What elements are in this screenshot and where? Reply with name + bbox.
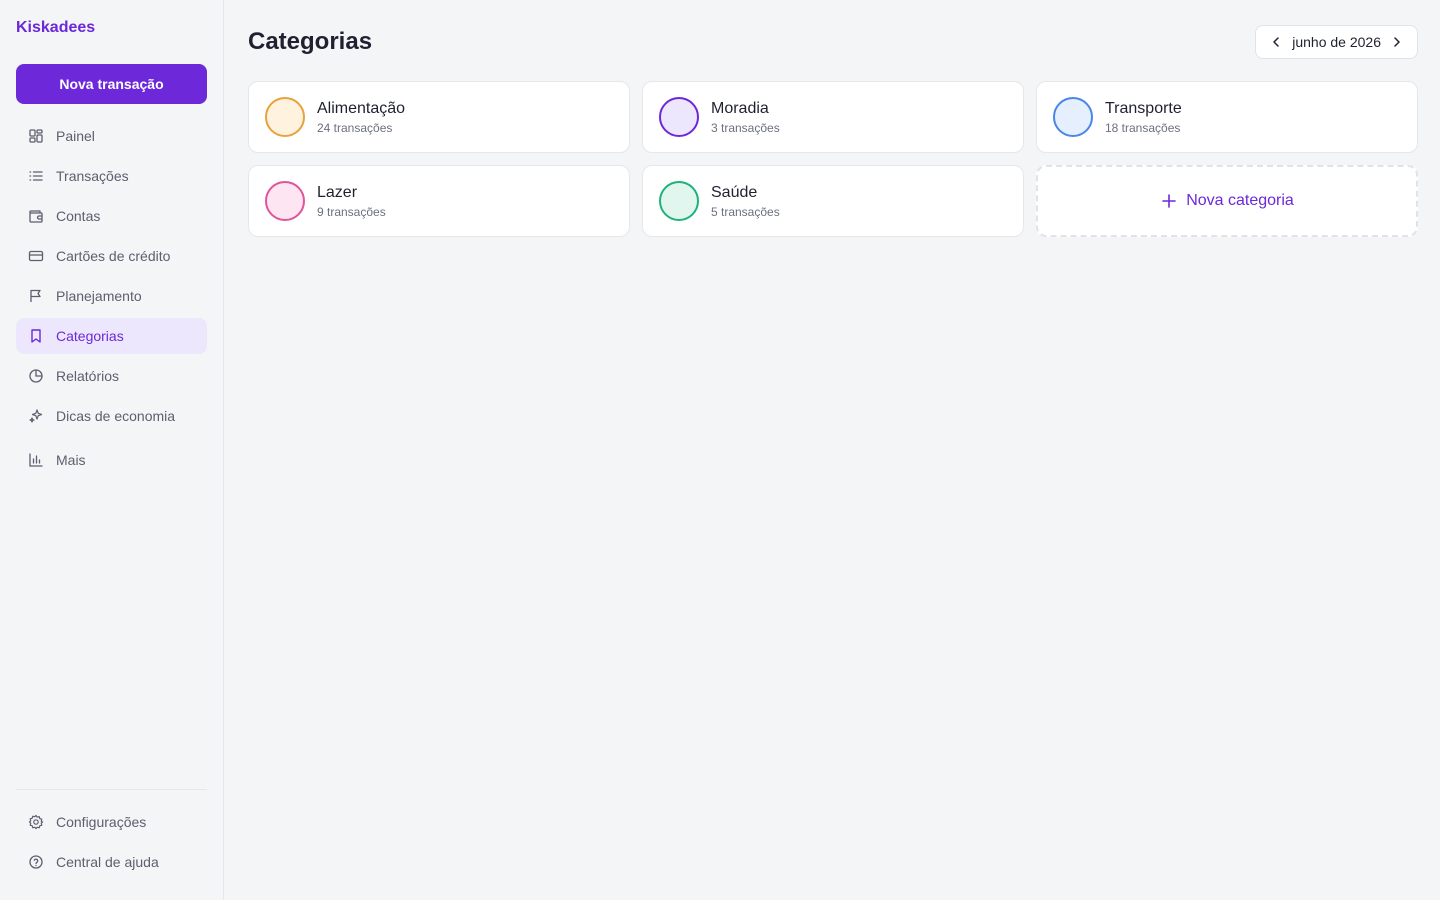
sparkles-icon	[28, 408, 44, 424]
bar-chart-icon	[28, 452, 44, 468]
sidebar-divider	[16, 789, 207, 790]
category-card-lazer[interactable]: Lazer 9 transações	[248, 165, 630, 237]
credit-card-icon	[28, 248, 44, 264]
sidebar-item-categorias[interactable]: Categorias	[16, 318, 207, 354]
sidebar-nav: Painel Transações Contas Cartões de créd…	[16, 118, 207, 482]
category-card-saude[interactable]: Saúde 5 transações	[642, 165, 1024, 237]
month-label: junho de 2026	[1292, 34, 1381, 50]
sidebar-item-cartoes[interactable]: Cartões de crédito	[16, 238, 207, 274]
sidebar: Kiskadees Nova transação Painel Transaçõ…	[0, 0, 224, 900]
category-info: Saúde 5 transações	[711, 183, 780, 220]
category-color-swatch	[1053, 97, 1093, 137]
sidebar-item-relatorios[interactable]: Relatórios	[16, 358, 207, 394]
chevron-left-icon[interactable]	[1268, 34, 1284, 50]
sidebar-item-label: Mais	[56, 452, 86, 468]
sidebar-item-label: Categorias	[56, 328, 124, 344]
sidebar-item-label: Relatórios	[56, 368, 120, 384]
sidebar-item-label: Contas	[56, 208, 101, 224]
category-card-moradia[interactable]: Moradia 3 transações	[642, 81, 1024, 153]
sidebar-footer: Configurações Central de ajuda	[16, 804, 207, 884]
page-title: Categorias	[248, 28, 373, 55]
main-content: Categorias junho de 2026 Alimentação 24 …	[224, 0, 1440, 900]
sidebar-item-label: Cartões de crédito	[56, 248, 171, 264]
plus-icon	[1160, 192, 1178, 210]
wallet-icon	[28, 208, 44, 224]
sidebar-item-label: Transações	[56, 168, 129, 184]
category-card-alimentacao[interactable]: Alimentação 24 transações	[248, 81, 630, 153]
bookmark-icon	[28, 328, 44, 344]
sidebar-item-label: Dicas de economia	[56, 408, 176, 424]
sidebar-item-label: Planejamento	[56, 288, 142, 304]
page-header: Categorias junho de 2026	[248, 24, 1418, 60]
sidebar-item-transacoes[interactable]: Transações	[16, 158, 207, 194]
category-count: 3 transações	[711, 120, 780, 135]
sidebar-item-configuracoes[interactable]: Configurações	[16, 804, 207, 840]
category-name: Alimentação	[317, 99, 406, 117]
brand-logo[interactable]: Kiskadees	[16, 18, 207, 38]
category-color-swatch	[265, 181, 305, 221]
sidebar-item-mais[interactable]: Mais	[16, 442, 207, 478]
help-icon	[28, 854, 44, 870]
sidebar-item-label: Painel	[56, 128, 95, 144]
sidebar-item-dicas[interactable]: Dicas de economia	[16, 398, 207, 434]
new-category-button[interactable]: Nova categoria	[1036, 165, 1418, 237]
category-grid: Alimentação 24 transações Moradia 3 tran…	[248, 81, 1418, 237]
sidebar-item-planejamento[interactable]: Planejamento	[16, 278, 207, 314]
sidebar-item-painel[interactable]: Painel	[16, 118, 207, 154]
pie-chart-icon	[28, 368, 44, 384]
category-count: 24 transações	[317, 120, 393, 135]
flag-icon	[28, 288, 44, 304]
sidebar-item-label: Configurações	[56, 814, 147, 830]
month-picker: junho de 2026	[1255, 25, 1418, 59]
category-card-transporte[interactable]: Transporte 18 transações	[1036, 81, 1418, 153]
category-name: Transporte	[1105, 99, 1182, 117]
app-root: Kiskadees Nova transação Painel Transaçõ…	[0, 0, 1440, 900]
sidebar-item-contas[interactable]: Contas	[16, 198, 207, 234]
category-name: Saúde	[711, 183, 758, 201]
new-transaction-button[interactable]: Nova transação	[16, 64, 207, 104]
category-info: Transporte 18 transações	[1105, 99, 1182, 136]
category-info: Lazer 9 transações	[317, 183, 386, 220]
category-count: 9 transações	[317, 204, 386, 219]
category-color-swatch	[659, 181, 699, 221]
category-color-swatch	[265, 97, 305, 137]
sidebar-item-central-ajuda[interactable]: Central de ajuda	[16, 844, 207, 880]
list-icon	[28, 168, 44, 184]
category-count: 18 transações	[1105, 120, 1181, 135]
category-color-swatch	[659, 97, 699, 137]
gear-icon	[28, 814, 44, 830]
sidebar-item-label: Central de ajuda	[56, 854, 159, 870]
new-category-label: Nova categoria	[1186, 192, 1294, 209]
category-name: Moradia	[711, 99, 769, 117]
category-name: Lazer	[317, 183, 358, 201]
category-info: Alimentação 24 transações	[317, 99, 405, 136]
dashboard-icon	[28, 128, 44, 144]
category-info: Moradia 3 transações	[711, 99, 780, 136]
chevron-right-icon[interactable]	[1389, 34, 1405, 50]
category-count: 5 transações	[711, 204, 780, 219]
